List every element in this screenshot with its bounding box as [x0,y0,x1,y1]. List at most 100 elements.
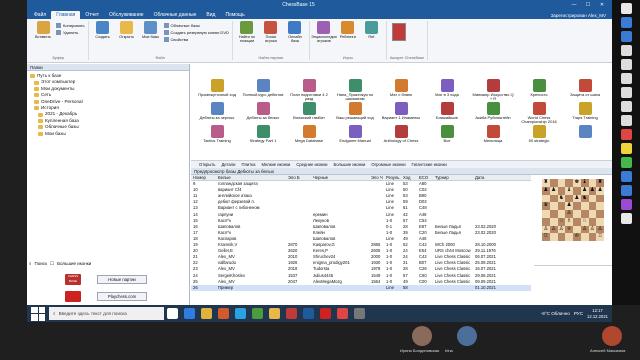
annotation-tool-icon[interactable] [621,45,632,56]
table-row[interactable]: 26 Пример Line 58 01.10.2021 [191,284,531,291]
database-icon-item[interactable]: Акиба Рубинштейн [471,102,515,120]
taskbar-app-icon[interactable] [184,308,195,319]
database-icon-item[interactable]: Маникюр Искусство Q + R [471,79,515,102]
column-header[interactable]: Эло Б [286,175,311,180]
annotation-tool-icon[interactable] [621,171,632,182]
tree-item[interactable]: Мои базы [30,131,186,137]
menu-6[interactable]: Помощь [220,11,249,19]
database-icon-item[interactable]: План подготовки 4 2 разд [287,79,331,102]
column-header[interactable]: Черные [311,175,369,180]
database-icon-item[interactable]: Защита от шаха [563,79,607,97]
ribbon-button[interactable]: Поиск игрока [260,21,282,56]
view-option[interactable]: Открыть [199,162,215,167]
ribbon-button[interactable]: Найти по позиции [236,21,258,56]
view-option[interactable]: Большие иконки [334,162,366,167]
ribbon-button[interactable]: Открыть [116,21,138,56]
minimize-icon[interactable]: — [567,2,581,8]
database-icon-item[interactable]: Вариант 1 Инаменко [379,102,423,120]
database-icon-item[interactable]: Полный курс дебютов [241,79,285,97]
database-icon-item[interactable]: Дебюты за черных [195,102,239,120]
menu-4[interactable]: Облачные данные [149,11,202,19]
taskbar-app-icon[interactable] [354,308,365,319]
ribbon-small-button[interactable]: Удалить [56,30,85,35]
weather-text[interactable]: -9°C Облачно [541,311,570,316]
close-icon[interactable]: ✕ [595,2,609,8]
column-header[interactable]: ECO [417,175,433,180]
menu-5[interactable]: Вид [201,11,220,19]
database-icon-item[interactable]: Endgame Manual [333,125,377,143]
search-label[interactable]: Поиск [35,261,47,266]
annotation-tool-icon[interactable] [621,157,632,168]
new-games-button[interactable]: Новые партии [97,275,147,284]
view-option[interactable]: Детали [221,162,235,167]
annotation-tool-icon[interactable] [621,31,632,42]
column-header[interactable]: Эло Ч [369,175,384,180]
database-icon-item[interactable]: Strategy Part 1 [241,125,285,143]
ribbon-button[interactable]: Энциклопедия игроков [311,21,337,56]
database-icon-item[interactable]: Anthology of Chess [379,125,423,143]
annotation-tool-icon[interactable] [621,17,632,28]
maximize-icon[interactable]: ☐ [581,2,595,8]
column-header[interactable]: Резуль. [384,175,401,180]
database-icon-item[interactable]: Промежуточный ход [195,79,239,97]
taskbar-app-icon[interactable] [337,308,348,319]
taskbar-app-icon[interactable] [218,308,229,319]
database-icon-item[interactable]: Дебюты за белых [241,102,285,120]
account-avatar[interactable] [391,23,406,41]
menu-2[interactable]: Отчет [80,11,104,19]
taskbar-app-icon[interactable] [286,308,297,319]
taskbar-app-icon[interactable] [303,308,314,319]
database-icon-item[interactable]: Мат с бланк [379,79,423,97]
search-icon[interactable]: ⌕ [29,261,32,266]
playchess-button[interactable]: Playchess.com [97,292,147,301]
taskbar-app-icon[interactable] [252,308,263,319]
menu-0[interactable]: Файл [29,11,51,19]
ribbon-button[interactable]: Онлайн база [284,21,306,56]
large-icons-checkbox[interactable]: ☐ [50,261,54,267]
ribbon-button[interactable]: Ref. [361,21,383,56]
annotation-tool-icon[interactable] [621,73,632,84]
annotation-tool-icon[interactable] [621,199,632,210]
view-option[interactable]: Средние иконки [296,162,327,167]
menu-3[interactable]: Обслуживание [104,11,149,19]
view-option[interactable]: Мелкие иконки [261,162,290,167]
database-icon-item[interactable]: Ваш решающий ход [333,102,377,120]
taskbar-app-icon[interactable] [167,308,178,319]
database-icon-item[interactable]: 50 strategic [517,125,561,143]
ribbon-small-button[interactable]: Облачные базы [163,23,229,28]
taskbar-app-icon[interactable] [201,308,212,319]
view-option[interactable]: Плитка [241,162,255,167]
column-header[interactable]: Ход [401,175,417,180]
column-header[interactable]: Номер [191,175,216,180]
database-icon-item[interactable]: Ближайшие [425,102,469,120]
database-icon-item[interactable]: Tactics Training [195,125,239,143]
column-header[interactable]: Дата [473,175,503,180]
ribbon-button[interactable]: Вставить [32,21,54,56]
ribbon-small-button[interactable]: Свойства [163,37,229,42]
column-header[interactable]: Турнир [433,175,473,180]
clock[interactable]: 12:17 12.12.2021 [587,308,608,318]
database-icon-item[interactable] [563,125,607,139]
annotation-tool-icon[interactable] [621,59,632,70]
taskbar-search[interactable]: ⌕ Введите здесь текст для поиска [49,307,164,320]
annotation-tool-icon[interactable] [621,115,632,126]
database-icon-item[interactable]: Mega Database [287,125,331,143]
annotation-tool-icon[interactable] [621,101,632,112]
database-icon-item[interactable]: Мельница [471,125,515,143]
annotation-tool-icon[interactable] [621,129,632,140]
annotation-tool-icon[interactable] [621,213,632,224]
annotation-tool-icon[interactable] [621,3,632,14]
ribbon-button[interactable]: Рейтинги [337,21,359,56]
windows-start-icon[interactable] [31,306,45,321]
database-icon-item[interactable]: Крепость [517,79,561,97]
database-icon-item[interactable]: Все [425,125,469,143]
database-icon-item[interactable]: Мат в 3 хода [425,79,469,97]
lang-indicator[interactable]: РУС [574,311,583,316]
ribbon-small-button[interactable]: Создать резервную копию DVD [163,30,229,35]
ribbon-button[interactable]: Создать [92,21,114,56]
taskbar-app-icon[interactable] [320,308,331,319]
annotation-tool-icon[interactable] [621,185,632,196]
menu-1[interactable]: Главная [51,11,81,19]
taskbar-app-icon[interactable] [269,308,280,319]
ribbon-small-button[interactable]: Копировать [56,23,85,28]
